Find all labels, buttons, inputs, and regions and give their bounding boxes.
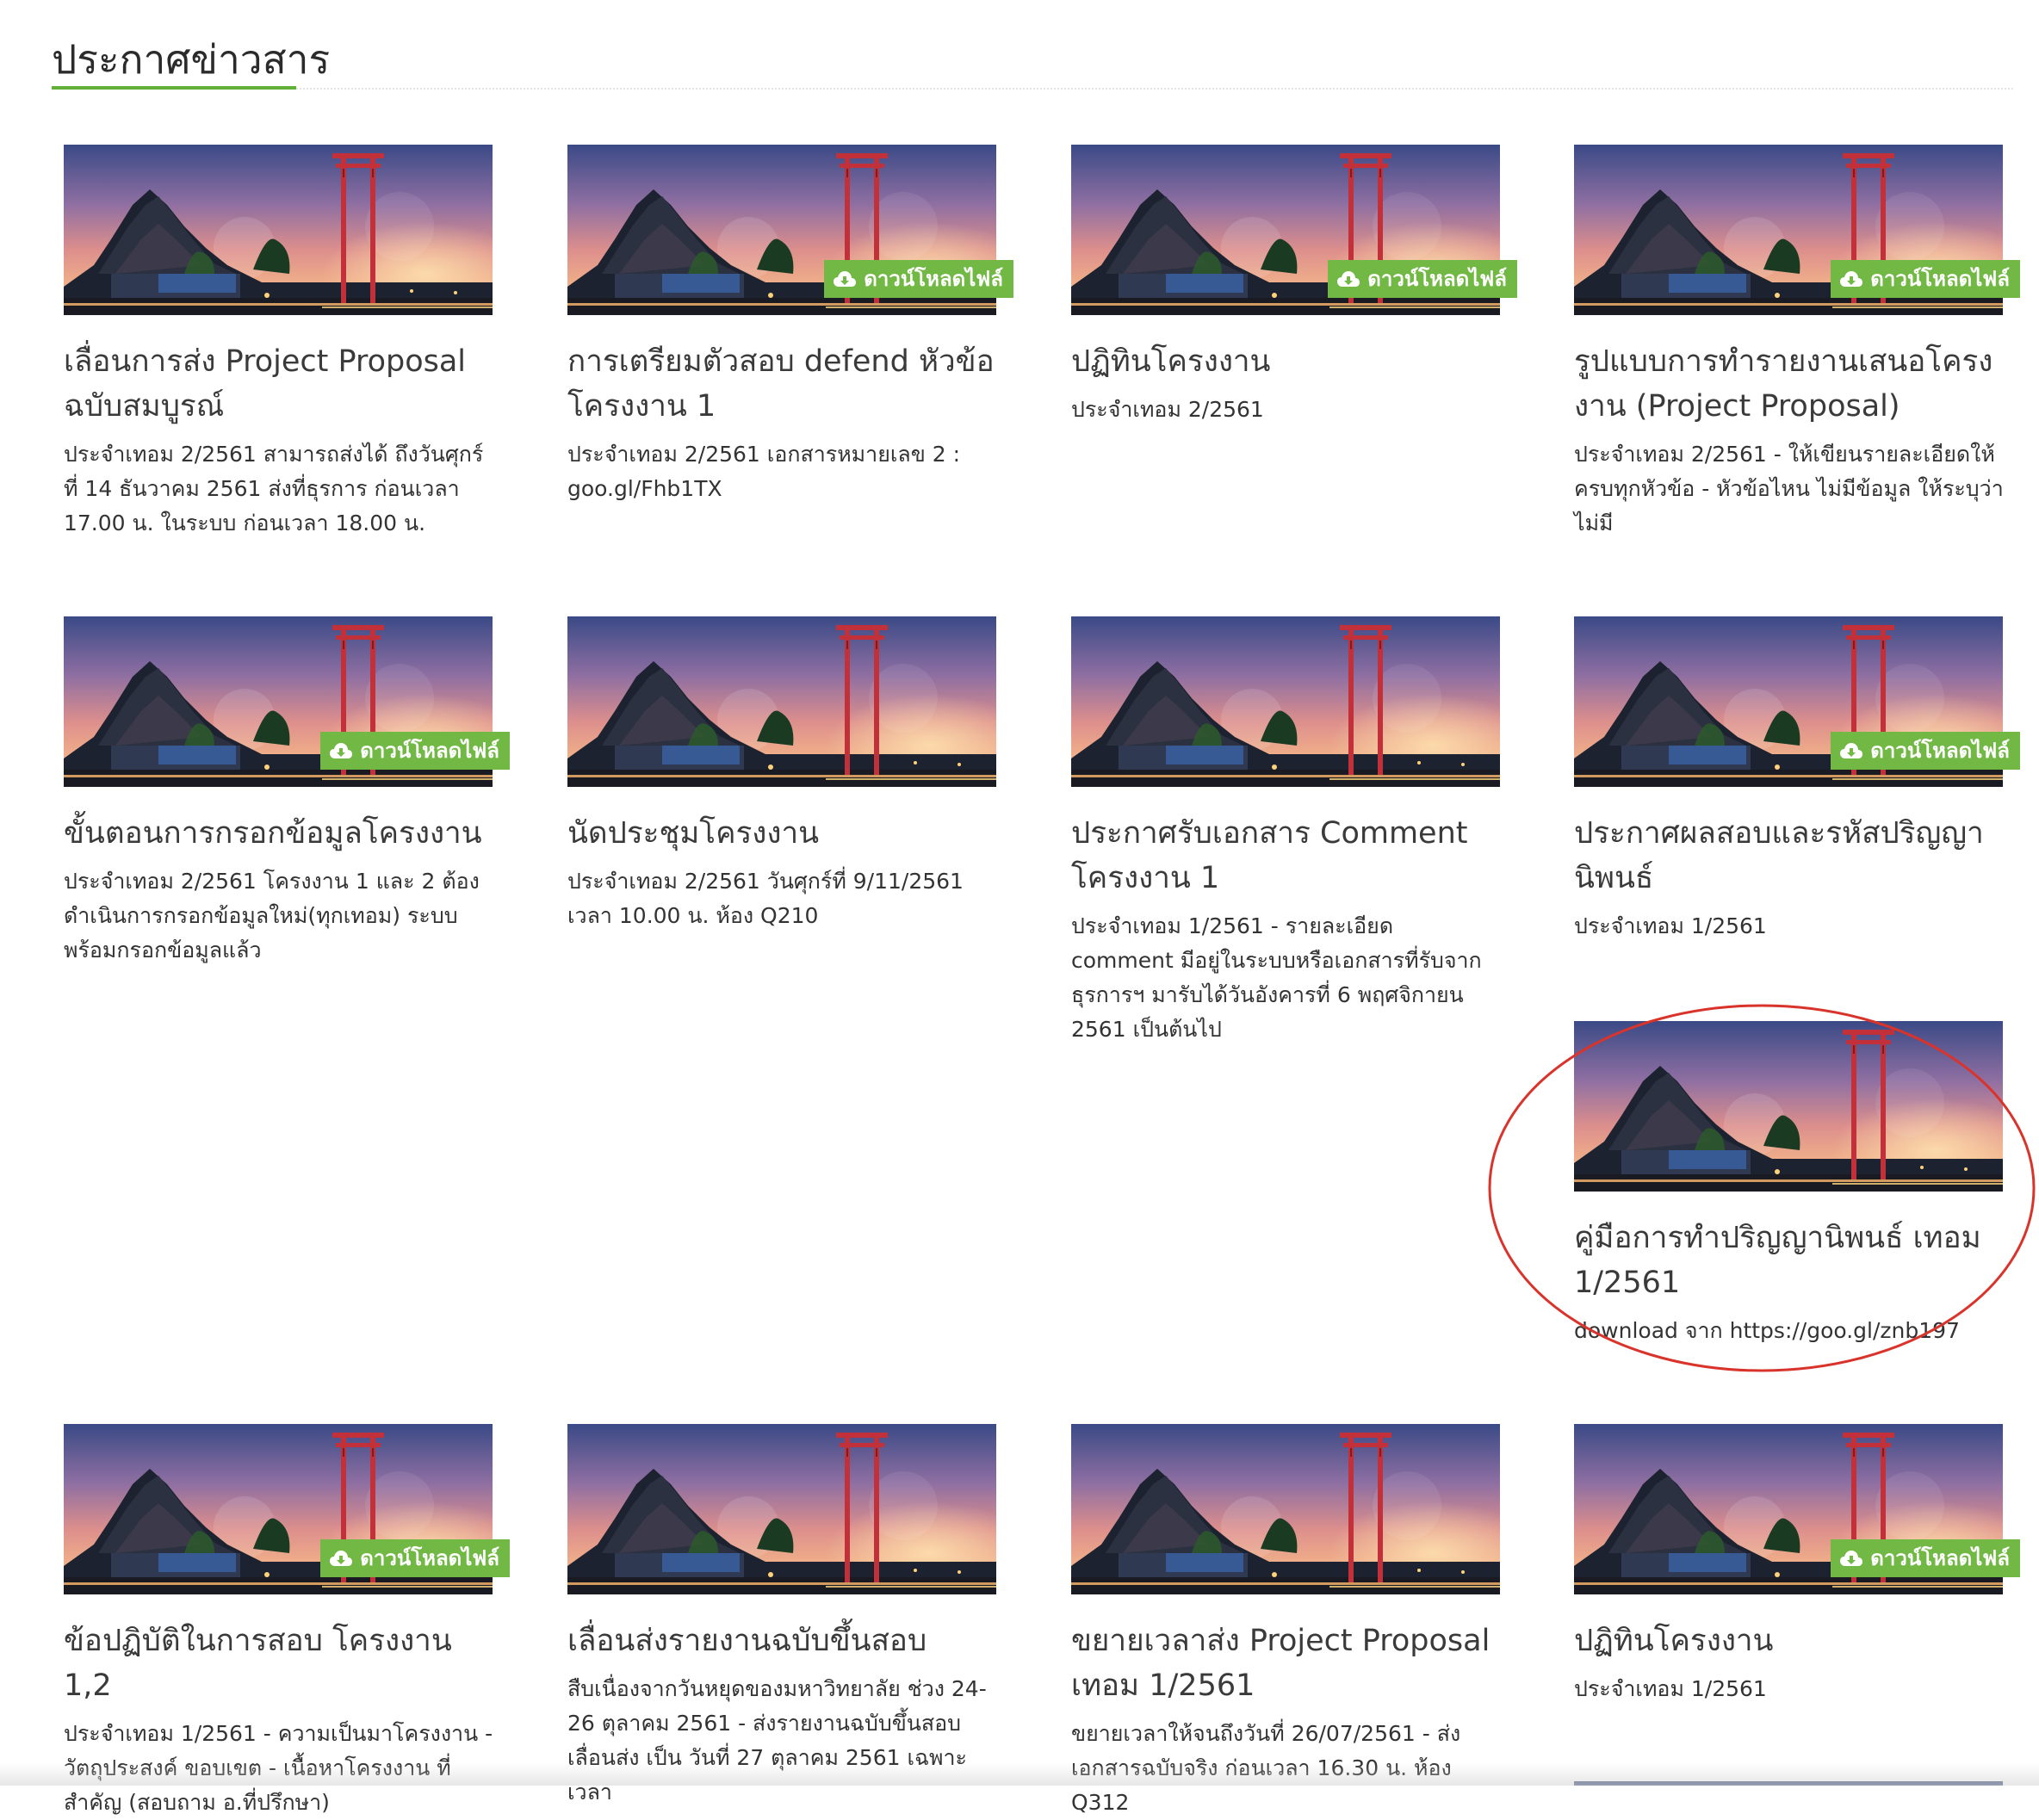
news-description: download จาก https://goo.gl/znb197 <box>1574 1318 1960 1343</box>
news-thumbnail[interactable]: ดาวน์โหลดไฟล์ <box>1574 1424 2020 1594</box>
cloud-download-icon <box>329 742 353 759</box>
news-title[interactable]: ประกาศรับเอกสาร Comment โครงงาน 1 <box>1071 811 1510 901</box>
download-badge[interactable]: ดาวน์โหลดไฟล์ <box>320 1539 510 1577</box>
cloud-download-icon <box>329 1550 353 1567</box>
news-card[interactable]: ดาวน์โหลดไฟล์ ปฏิทินโครงงาน ประจำเทอม 1/… <box>1574 1424 2020 1706</box>
news-description: ประจำเทอม 1/2561 <box>1574 913 1767 938</box>
news-description: ประจำเทอม 1/2561 - รายละเอียด comment มี… <box>1071 913 1482 1042</box>
news-card[interactable]: ประกาศรับเอกสาร Comment โครงงาน 1 ประจำเ… <box>1071 616 1500 1047</box>
thumbnail-image <box>64 145 493 315</box>
news-description: ประจำเทอม 2/2561 <box>1071 397 1264 422</box>
news-thumbnail[interactable] <box>567 1424 996 1594</box>
download-label: ดาวน์โหลดไฟล์ <box>1367 267 1507 291</box>
download-badge[interactable]: ดาวน์โหลดไฟล์ <box>824 260 1013 298</box>
thumbnail-image <box>567 1424 996 1594</box>
cloud-download-icon <box>1839 742 1863 759</box>
news-title[interactable]: ข้อปฏิบัติในการสอบ โครงงาน 1,2 <box>64 1619 503 1708</box>
news-thumbnail[interactable] <box>1574 1021 2003 1192</box>
news-description: ประจำเทอม 2/2561 โครงงาน 1 และ 2 ต้องดำเ… <box>64 869 480 963</box>
news-card[interactable]: ขยายเวลาส่ง Project Proposal เทอม 1/2561… <box>1071 1424 1500 1820</box>
download-label: ดาวน์โหลดไฟล์ <box>360 1546 499 1570</box>
download-badge[interactable]: ดาวน์โหลดไฟล์ <box>1328 260 1517 298</box>
news-card[interactable]: เลื่อนการส่ง Project Proposal ฉบับสมบูรณ… <box>64 145 493 541</box>
news-title[interactable]: การเตรียมตัวสอบ defend หัวข้อโครงงาน 1 <box>567 339 1007 429</box>
download-label: ดาวน์โหลดไฟล์ <box>1870 1546 2010 1570</box>
news-title[interactable]: นัดประชุมโครงงาน <box>567 811 1007 856</box>
news-thumbnail[interactable]: ดาวน์โหลดไฟล์ <box>1574 616 2020 787</box>
news-card[interactable]: ดาวน์โหลดไฟล์ ปฏิทินโครงงาน ประจำเทอม 2/… <box>1071 145 1517 427</box>
thumbnail-image <box>1071 616 1500 787</box>
download-badge[interactable]: ดาวน์โหลดไฟล์ <box>1831 1539 2020 1577</box>
news-title[interactable]: ปฏิทินโครงงาน <box>1071 339 1510 384</box>
section-header: ประกาศข่าวสาร <box>52 31 2013 91</box>
cloud-download-icon <box>833 270 857 288</box>
news-title[interactable]: คู่มือการทำปริญญานิพนธ์ เทอม 1/2561 <box>1574 1216 2013 1305</box>
news-title[interactable]: ขยายเวลาส่ง Project Proposal เทอม 1/2561 <box>1071 1619 1510 1708</box>
news-thumbnail[interactable] <box>1071 616 1500 787</box>
title-divider <box>296 88 2013 90</box>
news-title[interactable]: ปฏิทินโครงงาน <box>1574 1619 2013 1663</box>
news-title[interactable]: ประกาศผลสอบและรหัสปริญญานิพนธ์ <box>1574 811 2013 901</box>
page-title: ประกาศข่าวสาร <box>52 36 331 83</box>
news-card[interactable]: เลื่อนส่งรายงานฉบับขึ้นสอบ สืบเนื่องจากว… <box>567 1424 996 1810</box>
news-card[interactable]: ดาวน์โหลดไฟล์ ขั้นตอนการกรอกข้อมูลโครงงา… <box>64 616 510 968</box>
download-badge[interactable]: ดาวน์โหลดไฟล์ <box>1831 260 2020 298</box>
news-title[interactable]: เลื่อนส่งรายงานฉบับขึ้นสอบ <box>567 1619 1007 1663</box>
download-badge[interactable]: ดาวน์โหลดไฟล์ <box>320 732 510 770</box>
news-thumbnail[interactable]: ดาวน์โหลดไฟล์ <box>64 616 510 787</box>
news-description: ประจำเทอม 2/2561 เอกสารหมายเลข 2 : goo.g… <box>567 442 961 501</box>
news-description: สืบเนื่องจากวันหยุดของมหาวิทยาลัย ช่วง 2… <box>567 1676 987 1805</box>
news-thumbnail[interactable] <box>567 616 996 787</box>
thumbnail-image <box>1574 1021 2003 1192</box>
download-label: ดาวน์โหลดไฟล์ <box>1870 739 2010 763</box>
cloud-download-icon <box>1839 1550 1863 1567</box>
news-title[interactable]: เลื่อนการส่ง Project Proposal ฉบับสมบูรณ… <box>64 339 503 429</box>
news-card[interactable]: ดาวน์โหลดไฟล์ การเตรียมตัวสอบ defend หัว… <box>567 145 1013 506</box>
news-card[interactable]: ดาวน์โหลดไฟล์ รูปแบบการทำรายงานเสนอโครงง… <box>1574 145 2020 541</box>
download-label: ดาวน์โหลดไฟล์ <box>1870 267 2010 291</box>
news-card[interactable]: คู่มือการทำปริญญานิพนธ์ เทอม 1/2561 down… <box>1574 1021 2003 1348</box>
download-label: ดาวน์โหลดไฟล์ <box>864 267 1003 291</box>
news-thumbnail[interactable] <box>1071 1424 1500 1594</box>
news-thumbnail[interactable] <box>64 145 493 315</box>
news-description: ประจำเทอม 2/2561 - ให้เขียนรายละเอียดให้… <box>1574 442 2004 535</box>
thumbnail-image <box>1071 1424 1500 1594</box>
scroll-fade <box>0 1763 2039 1786</box>
download-badge[interactable]: ดาวน์โหลดไฟล์ <box>1831 732 2020 770</box>
news-title[interactable]: ขั้นตอนการกรอกข้อมูลโครงงาน <box>64 811 503 856</box>
news-thumbnail[interactable]: ดาวน์โหลดไฟล์ <box>1574 145 2020 315</box>
news-description: ประจำเทอม 2/2561 สามารถส่งได้ ถึงวันศุกร… <box>64 442 484 535</box>
news-thumbnail[interactable]: ดาวน์โหลดไฟล์ <box>1071 145 1517 315</box>
download-label: ดาวน์โหลดไฟล์ <box>360 739 499 763</box>
news-card[interactable]: นัดประชุมโครงงาน ประจำเทอม 2/2561 วันศุก… <box>567 616 996 933</box>
news-card[interactable]: ดาวน์โหลดไฟล์ ข้อปฏิบัติในการสอบ โครงงาน… <box>64 1424 510 1820</box>
cloud-download-icon <box>1336 270 1360 288</box>
news-thumbnail[interactable]: ดาวน์โหลดไฟล์ <box>64 1424 510 1594</box>
title-underline <box>52 86 296 90</box>
news-thumbnail[interactable]: ดาวน์โหลดไฟล์ <box>567 145 1013 315</box>
cloud-download-icon <box>1839 270 1863 288</box>
news-title[interactable]: รูปแบบการทำรายงานเสนอโครงงาน (Project Pr… <box>1574 339 2013 429</box>
news-card[interactable]: ดาวน์โหลดไฟล์ ประกาศผลสอบและรหัสปริญญานิ… <box>1574 616 2020 944</box>
news-description: ประจำเทอม 1/2561 <box>1574 1676 1767 1701</box>
thumbnail-image <box>567 616 996 787</box>
news-description: ประจำเทอม 2/2561 วันศุกร์ที่ 9/11/2561 เ… <box>567 869 964 928</box>
